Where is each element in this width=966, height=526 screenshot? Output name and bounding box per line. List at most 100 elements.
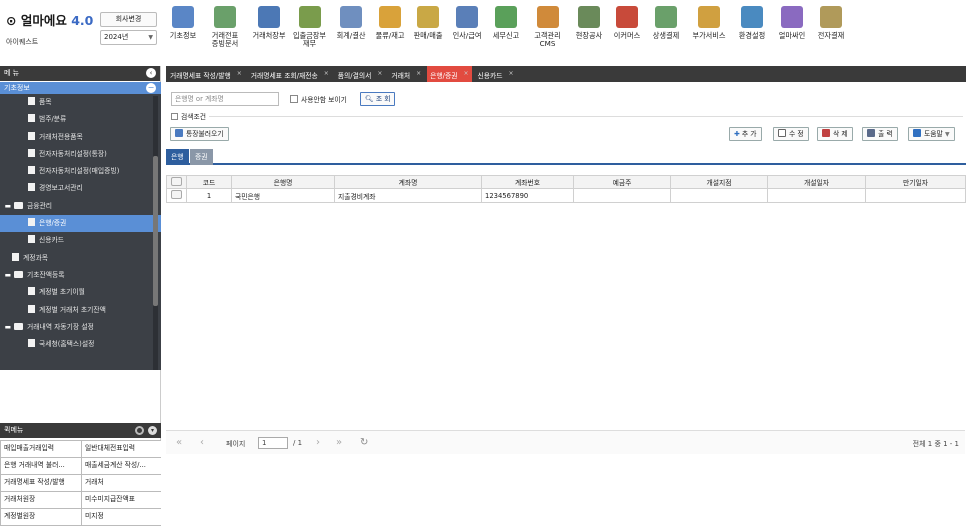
sidebar-collapse-icon[interactable]: ‹ [146, 68, 156, 78]
quick-menu-item[interactable]: 매출세금계산 작성/... [82, 458, 162, 474]
column-header[interactable]: 은행명 [231, 175, 335, 189]
tab[interactable]: 신용카드 × [475, 66, 517, 82]
column-header[interactable]: 코드 [186, 175, 232, 189]
top-menu-item[interactable]: 환경설정 [732, 0, 772, 62]
top-menu-item[interactable]: 회계/결산 [331, 0, 371, 62]
delete-button[interactable]: 삭 제 [817, 127, 853, 141]
top-menu-item[interactable]: 전자결재 [812, 0, 850, 62]
tree-item[interactable]: 계정별 거래처 초기잔액 [0, 302, 161, 319]
table-cell[interactable]: 국민은행 [231, 188, 335, 203]
prev-page-icon[interactable]: ‹ [200, 437, 204, 448]
table-cell[interactable] [865, 188, 966, 203]
select-all-checkbox[interactable] [171, 176, 182, 186]
tree-item[interactable]: 계정과목 [0, 250, 161, 267]
top-menu-item[interactable]: 기초정보 [166, 0, 200, 62]
load-passbook-button[interactable]: 통장불러오기 [170, 127, 229, 141]
tab[interactable]: 품의/결의서 × [335, 66, 386, 82]
tree-item[interactable]: 신용카드 [0, 232, 161, 249]
tree-section-header[interactable]: 기초정보 − [0, 82, 161, 94]
top-menu-item[interactable]: 거래처장부 [250, 0, 288, 62]
gear-icon[interactable] [135, 426, 144, 435]
quick-menu-item[interactable]: 거래처 [82, 475, 162, 491]
refresh-icon[interactable]: ↻ [360, 437, 368, 448]
tree-item[interactable]: ▬ 거래내역 자동기장 설정 [0, 319, 161, 336]
table-cell[interactable]: 1 [186, 188, 232, 203]
quick-menu-item[interactable]: 거래처원장 [1, 492, 81, 508]
search-input[interactable]: 은행명 or 계좌명 [171, 92, 279, 106]
year-select[interactable]: 2024년 ▼ [100, 30, 157, 45]
next-page-icon[interactable]: › [316, 437, 320, 448]
last-page-icon[interactable]: » [336, 437, 342, 448]
table-cell[interactable]: 지출경비계좌 [334, 188, 482, 203]
first-page-icon[interactable]: « [176, 437, 182, 448]
tree-item[interactable]: 거래처전용품목 [0, 129, 161, 146]
column-header[interactable]: 계좌번호 [481, 175, 574, 189]
search-button[interactable]: 🔍︎ 조 회 [360, 92, 396, 106]
tree-item[interactable]: 범주/분류 [0, 111, 161, 128]
chevron-down-icon[interactable]: ▾ [148, 426, 157, 435]
conditions-toggle-icon[interactable] [171, 113, 178, 120]
show-unused-checkbox[interactable]: 사용안함 보이기 [290, 94, 347, 104]
search-conditions[interactable]: 검색조건 [171, 111, 963, 121]
help-button[interactable]: 도움말 ▼ [908, 127, 955, 141]
quick-menu-item[interactable]: 일반대체전표입력 [82, 441, 162, 457]
add-button[interactable]: ✚ 추 가 [729, 127, 762, 141]
company-change-button[interactable]: 회사변경 [100, 12, 157, 27]
top-menu-item[interactable]: 입출금장부 재무 [288, 0, 331, 62]
top-menu-item[interactable]: 고객관리 CMS [525, 0, 570, 62]
tab[interactable]: 거래처 × [388, 66, 424, 82]
column-header[interactable]: 계좌명 [334, 175, 482, 189]
tree-item[interactable]: 경영보고서관리 [0, 180, 161, 197]
close-icon[interactable]: × [463, 70, 468, 77]
quick-menu-item[interactable]: 거래명세표 작성/발행 [1, 475, 81, 491]
print-button[interactable]: 출 력 [862, 127, 898, 141]
page-input[interactable]: 1 [258, 437, 288, 449]
tree-item[interactable]: ▬ 금융관리 [0, 198, 161, 215]
checkbox[interactable] [290, 95, 298, 103]
collapse-icon[interactable]: ▬ [4, 267, 12, 284]
tree-item[interactable]: 계정별 초기이월 [0, 284, 161, 301]
column-header[interactable]: 개설지점 [670, 175, 768, 189]
top-menu-item[interactable]: 판매/매출 [409, 0, 447, 62]
subtab-securities[interactable]: 증권 [190, 149, 213, 165]
tree-item[interactable]: 전자자동처리설정(통장) [0, 146, 161, 163]
top-menu-item[interactable]: 부가서비스 [686, 0, 732, 62]
top-menu-item[interactable]: 거래전표 증빙문서 [200, 0, 250, 62]
column-header[interactable] [166, 175, 187, 189]
quick-menu-item[interactable]: 미지정 [82, 509, 162, 525]
column-header[interactable]: 예금주 [573, 175, 671, 189]
close-icon[interactable]: × [324, 70, 329, 77]
tab[interactable]: 거래명세표 작성/발행 × [167, 66, 245, 82]
quick-menu-item[interactable]: 매입매출거래입력 [1, 441, 81, 457]
top-menu-item[interactable]: 현장공사 [570, 0, 608, 62]
close-icon[interactable]: × [377, 70, 382, 77]
quick-menu-item[interactable]: 미수미지급잔액표 [82, 492, 162, 508]
table-cell[interactable]: 1234567890 [481, 188, 574, 203]
table-cell[interactable] [767, 188, 866, 203]
table-cell[interactable] [670, 188, 768, 203]
edit-button[interactable]: 수 정 [773, 127, 809, 141]
top-menu-item[interactable]: 이커머스 [608, 0, 646, 62]
close-icon[interactable]: × [509, 70, 514, 77]
close-icon[interactable]: × [237, 70, 242, 77]
top-menu-item[interactable]: 얼마싸인 [772, 0, 812, 62]
table-row[interactable]: 1 국민은행 지출경비계좌 1234567890 [166, 188, 966, 203]
tab[interactable]: 은행/증권 × [427, 66, 472, 82]
tree-item[interactable]: 국세청(홈택스)설정 [0, 336, 161, 353]
close-icon[interactable]: × [416, 70, 421, 77]
collapse-icon[interactable]: ▬ [4, 198, 12, 215]
row-checkbox[interactable] [171, 190, 182, 199]
table-cell[interactable] [166, 188, 187, 203]
top-menu-item[interactable]: 상생결제 [646, 0, 686, 62]
column-header[interactable]: 만기일자 [865, 175, 966, 189]
column-header[interactable]: 개설일자 [767, 175, 866, 189]
collapse-icon[interactable]: ▬ [4, 319, 12, 336]
quick-menu-item[interactable]: 은행 거래내역 불러... [1, 458, 81, 474]
minus-icon[interactable]: − [146, 83, 156, 93]
tree-item[interactable]: 품목 [0, 94, 161, 111]
tab[interactable]: 거래명세표 조회/재전송 × [248, 66, 332, 82]
tree-item[interactable]: 전자자동처리설정(매입증빙) [0, 163, 161, 180]
table-cell[interactable] [573, 188, 671, 203]
top-menu-item[interactable]: 세무신고 [487, 0, 525, 62]
subtab-bank[interactable]: 은행 [166, 149, 189, 165]
